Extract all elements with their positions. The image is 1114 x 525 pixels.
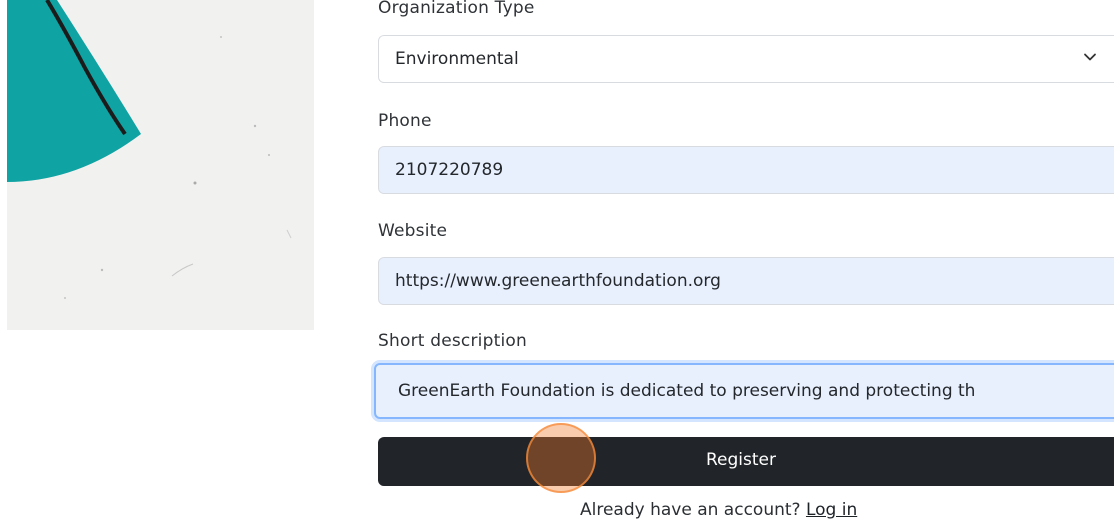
- phone-field[interactable]: 2107220789: [378, 146, 1114, 194]
- phone-value: 2107220789: [395, 160, 504, 180]
- click-indicator: [526, 423, 596, 493]
- description-value: GreenEarth Foundation is dedicated to pr…: [398, 381, 976, 401]
- decorative-artwork: [7, 0, 314, 330]
- login-prompt: Already have an account? Log in: [580, 500, 857, 520]
- register-button[interactable]: Register: [378, 437, 1114, 486]
- description-label: Short description: [378, 331, 527, 351]
- phone-label: Phone: [378, 111, 432, 131]
- org-type-value: Environmental: [395, 49, 519, 69]
- register-button-label: Register: [706, 450, 776, 470]
- website-label: Website: [378, 221, 448, 241]
- description-field[interactable]: GreenEarth Foundation is dedicated to pr…: [374, 363, 1114, 419]
- org-type-select[interactable]: Environmental: [378, 35, 1114, 83]
- teal-shape-illustration: [7, 0, 292, 299]
- org-type-label: Organization Type: [378, 0, 535, 18]
- account-prompt-text: Already have an account?: [580, 500, 801, 520]
- website-value: https://www.greenearthfoundation.org: [395, 271, 721, 291]
- chevron-down-icon: [1084, 53, 1096, 61]
- website-field[interactable]: https://www.greenearthfoundation.org: [378, 257, 1114, 305]
- login-link[interactable]: Log in: [806, 500, 857, 520]
- registration-form: Organization Type Environmental Phone 21…: [374, 0, 1114, 525]
